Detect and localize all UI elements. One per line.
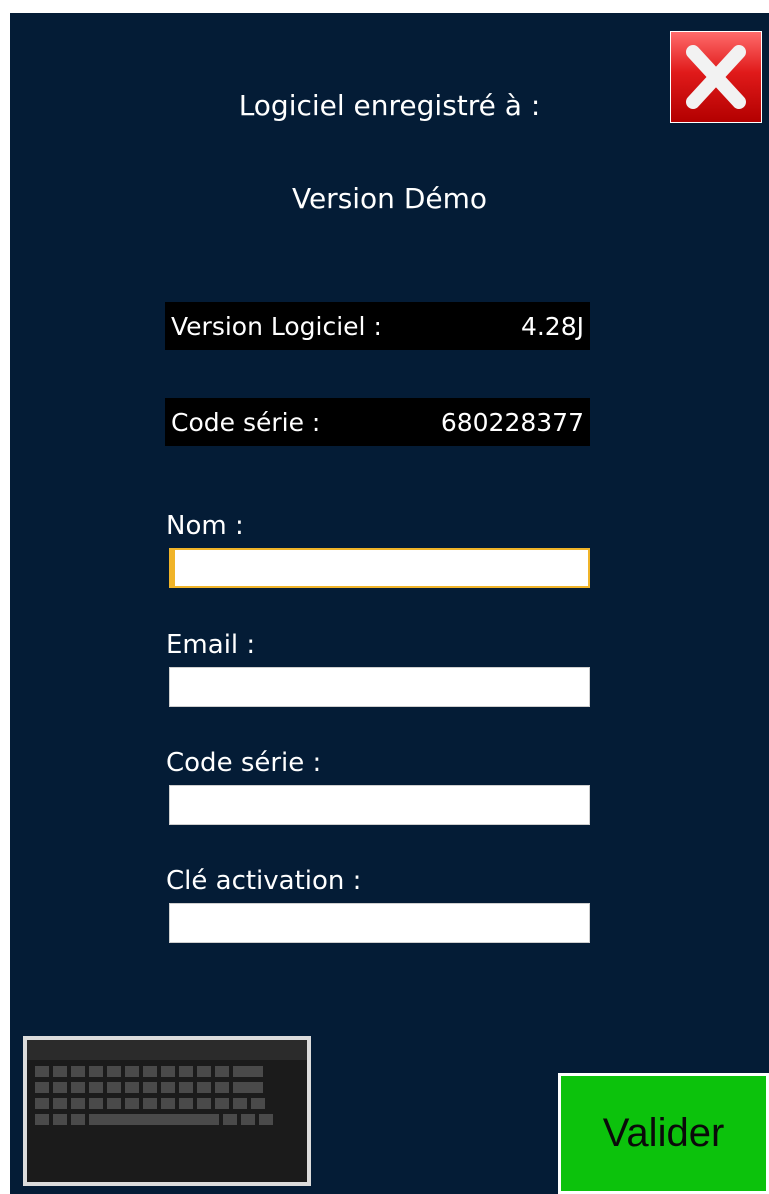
serial-code-field-label: Code série : [166,748,322,778]
keyboard-row [35,1114,273,1125]
serial-code-field[interactable] [169,785,590,825]
keyboard-row [35,1066,263,1077]
software-version-label: Version Logiciel : [171,311,382,341]
registration-window: Logiciel enregistré à : Version Démo Ver… [10,13,769,1194]
registered-to-label: Logiciel enregistré à : [238,89,541,122]
registered-to-value: Version Démo [291,182,488,215]
serial-code-box: Code série : 680228377 [165,398,590,446]
activation-key-label: Clé activation : [166,866,362,896]
name-field[interactable] [169,548,590,588]
software-version-box: Version Logiciel : 4.28J [165,302,590,350]
serial-code-label: Code série : [171,407,321,437]
validate-button[interactable]: Valider [558,1073,769,1194]
email-field[interactable] [169,667,590,707]
keyboard-row [35,1098,265,1109]
keyboard-topbar [27,1040,307,1060]
email-label: Email : [166,630,256,660]
name-label: Nom : [166,511,244,541]
keyboard-row [35,1082,263,1093]
virtual-keyboard-button[interactable] [23,1036,311,1186]
software-version-value: 4.28J [520,311,584,341]
activation-key-field[interactable] [169,903,590,943]
serial-code-value: 680228377 [440,407,584,437]
